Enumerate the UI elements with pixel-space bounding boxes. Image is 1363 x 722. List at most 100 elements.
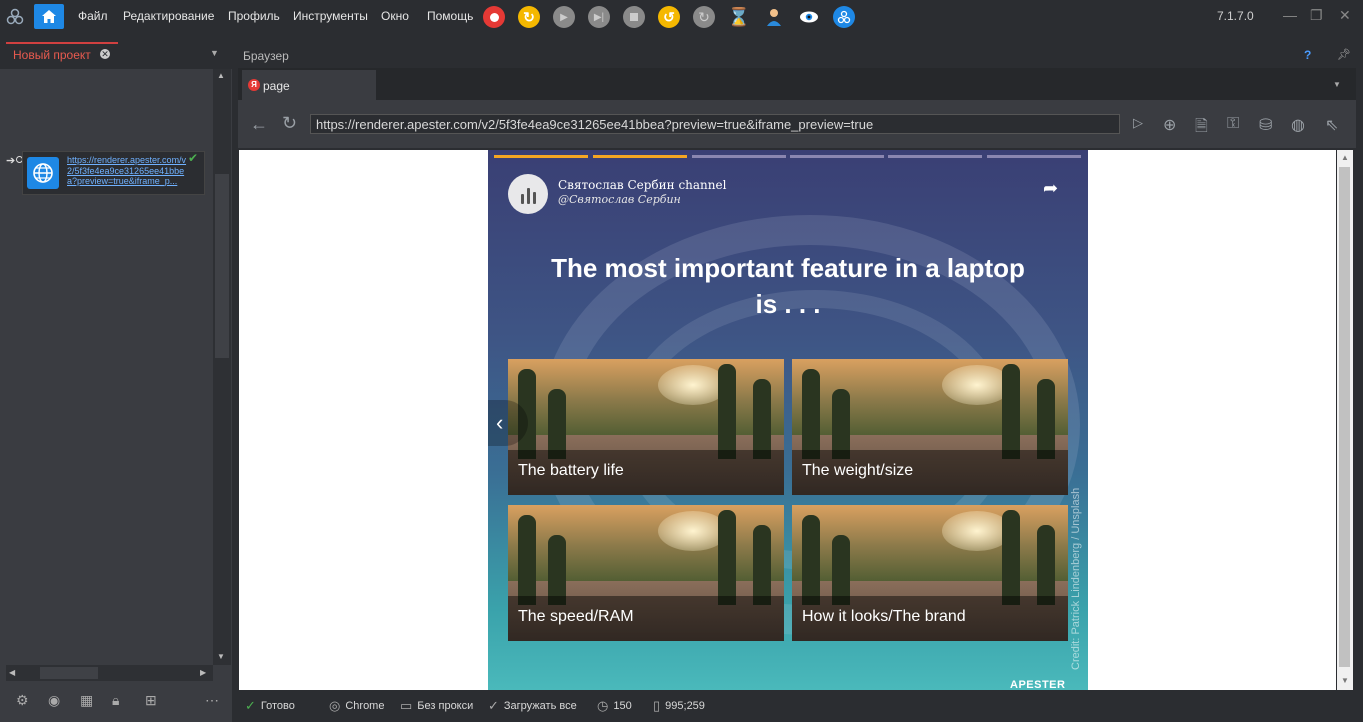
tabs-dropdown-icon[interactable]: ▼ [1333,80,1341,89]
stop-icon[interactable] [623,6,645,28]
progress-segment-1 [494,155,588,158]
scroll-left-icon[interactable]: ◀ [9,668,15,677]
pin-icon[interactable]: 📌︎ [1337,48,1351,61]
canvas-horizontal-scrollbar[interactable] [6,665,213,681]
channel-avatar-icon[interactable] [508,174,548,214]
url-input[interactable] [310,114,1120,134]
canvas-horizontal-scroll-thumb[interactable] [40,667,98,679]
cursor-pointer-icon[interactable]: ⇖ [1325,115,1338,135]
home-button[interactable] [34,4,64,29]
panel-dropdown-icon[interactable]: ▼ [210,48,219,58]
node-entry-arrow-icon: ➔ [6,155,16,167]
progress-segment-5 [888,155,982,158]
close-tab-icon[interactable]: ✕ [100,49,110,59]
clock-icon: ◷ [597,698,609,713]
poll-question: The most important feature in a laptop i… [551,253,1025,319]
add-block-icon[interactable]: ⊞ [145,692,157,709]
menu-window[interactable]: Окно [381,9,409,23]
status-timer[interactable]: ◷ 150 [597,698,632,714]
go-play-icon[interactable]: ▷ [1133,115,1143,131]
status-proxy-label: Без прокси [417,700,474,712]
node-url-link[interactable]: https://renderer.apester.com/v2/5f3fe4ea… [67,155,189,187]
menu-file[interactable]: Файл [78,9,108,23]
record-icon[interactable] [483,6,505,28]
undo-icon[interactable]: ↺ [658,6,680,28]
option-card-1[interactable]: The battery life [508,359,784,495]
step-icon[interactable]: ▶| [588,6,610,28]
success-check-icon: ✔ [188,151,199,165]
home-icon [42,10,56,23]
share-icon[interactable]: ➦ [1043,178,1058,199]
status-proxy[interactable]: ▭ Без прокси [400,698,473,714]
menu-profile[interactable]: Профиль [228,9,280,23]
menu-edit[interactable]: Редактирование [123,9,214,23]
project-tab-label: Новый проект [13,48,91,62]
status-timer-label: 150 [613,700,632,712]
more-dots-icon[interactable]: ⋯ [205,692,219,709]
option-label-4: How it looks/The brand [792,596,1068,641]
version-label: 7.1.7.0 [1217,9,1254,23]
option-label-2: The weight/size [792,450,1068,495]
add-circle-icon[interactable]: ⊕ [1163,115,1176,135]
browser-panel-title: Браузер [243,49,289,63]
status-coords: ▯ 995;259 [653,698,705,714]
option-label-1: The battery life [508,450,784,495]
channel-handle: @Святослав Сербин [558,193,681,206]
reload-icon[interactable]: ↻ [282,113,297,134]
status-ready-label: Готово [260,700,295,712]
app-logo-icon [6,8,24,26]
restore-icon[interactable]: ❐ [1310,7,1323,24]
profile-circle-icon[interactable]: ◉ [48,692,60,709]
progress-segment-6 [987,155,1081,158]
load-check-icon: ✓ [488,698,499,713]
settings-gear-icon[interactable]: ⚙ [16,692,29,709]
grid-icon[interactable]: ▦ [80,692,93,709]
user-icon[interactable] [763,6,785,28]
status-coords-label: 995;259 [665,700,705,712]
option-card-2[interactable]: The weight/size [792,359,1068,495]
progress-segment-3 [692,155,786,158]
option-card-3[interactable]: The speed/RAM [508,505,784,641]
status-ready: ✓ Готово [245,698,295,714]
canvas-vertical-scroll-thumb[interactable] [215,174,229,358]
status-browser[interactable]: ◎ Chrome [329,698,384,714]
scroll-down-icon[interactable]: ▼ [217,652,225,661]
lock-icon[interactable]: 🔒︎ [112,692,119,709]
viewport-scroll-thumb[interactable] [1339,167,1350,667]
scroll-up-icon[interactable]: ▲ [217,71,225,80]
minimize-icon[interactable]: — [1283,7,1297,23]
document-icon[interactable]: 🗎︎ [1195,115,1208,142]
viewport-scroll-up-icon[interactable]: ▲ [1341,153,1349,162]
redo-icon[interactable]: ↻ [693,6,715,28]
eye-icon[interactable] [798,6,820,28]
globe-icon [27,157,59,189]
palette-icon[interactable]: ◍ [1291,115,1305,135]
photo-credit: Credit: Patrick Lindenberg / Unsplash [1070,487,1082,670]
scroll-right-icon[interactable]: ▶ [200,668,206,677]
help-button[interactable]: ? [1304,48,1311,62]
canvas-vertical-scrollbar[interactable] [213,69,231,665]
yandex-favicon-icon: Я [248,79,260,91]
back-arrow-icon[interactable]: ← [250,114,268,135]
menu-help[interactable]: Помощь [427,9,473,23]
status-load-label: Загружать все [503,700,577,712]
check-circle-icon: ✓ [245,698,256,713]
play-icon[interactable]: ▶ [553,6,575,28]
status-load[interactable]: ✓ Загружать все [488,698,577,714]
progress-segment-2 [593,155,687,158]
channel-name[interactable]: Святослав Сербин channel [558,178,726,192]
option-card-4[interactable]: How it looks/The brand [792,505,1068,641]
browser-tab-label: page [263,79,290,93]
monitor-icon: ▭ [400,698,413,713]
cookies-icon[interactable]: ⚿ [1227,115,1239,133]
storage-icon[interactable]: ⛁ [1259,115,1272,135]
close-window-icon[interactable]: ✕ [1339,7,1351,24]
hourglass-icon[interactable]: ⌛ [728,6,750,28]
viewport-scroll-down-icon[interactable]: ▼ [1341,676,1349,685]
chrome-icon: ◎ [329,698,341,713]
menu-tools[interactable]: Инструменты [293,9,368,23]
option-label-3: The speed/RAM [508,596,784,641]
network-icon[interactable] [833,6,855,28]
progress-segment-4 [790,155,884,158]
refresh-icon[interactable]: ↻ [518,6,540,28]
